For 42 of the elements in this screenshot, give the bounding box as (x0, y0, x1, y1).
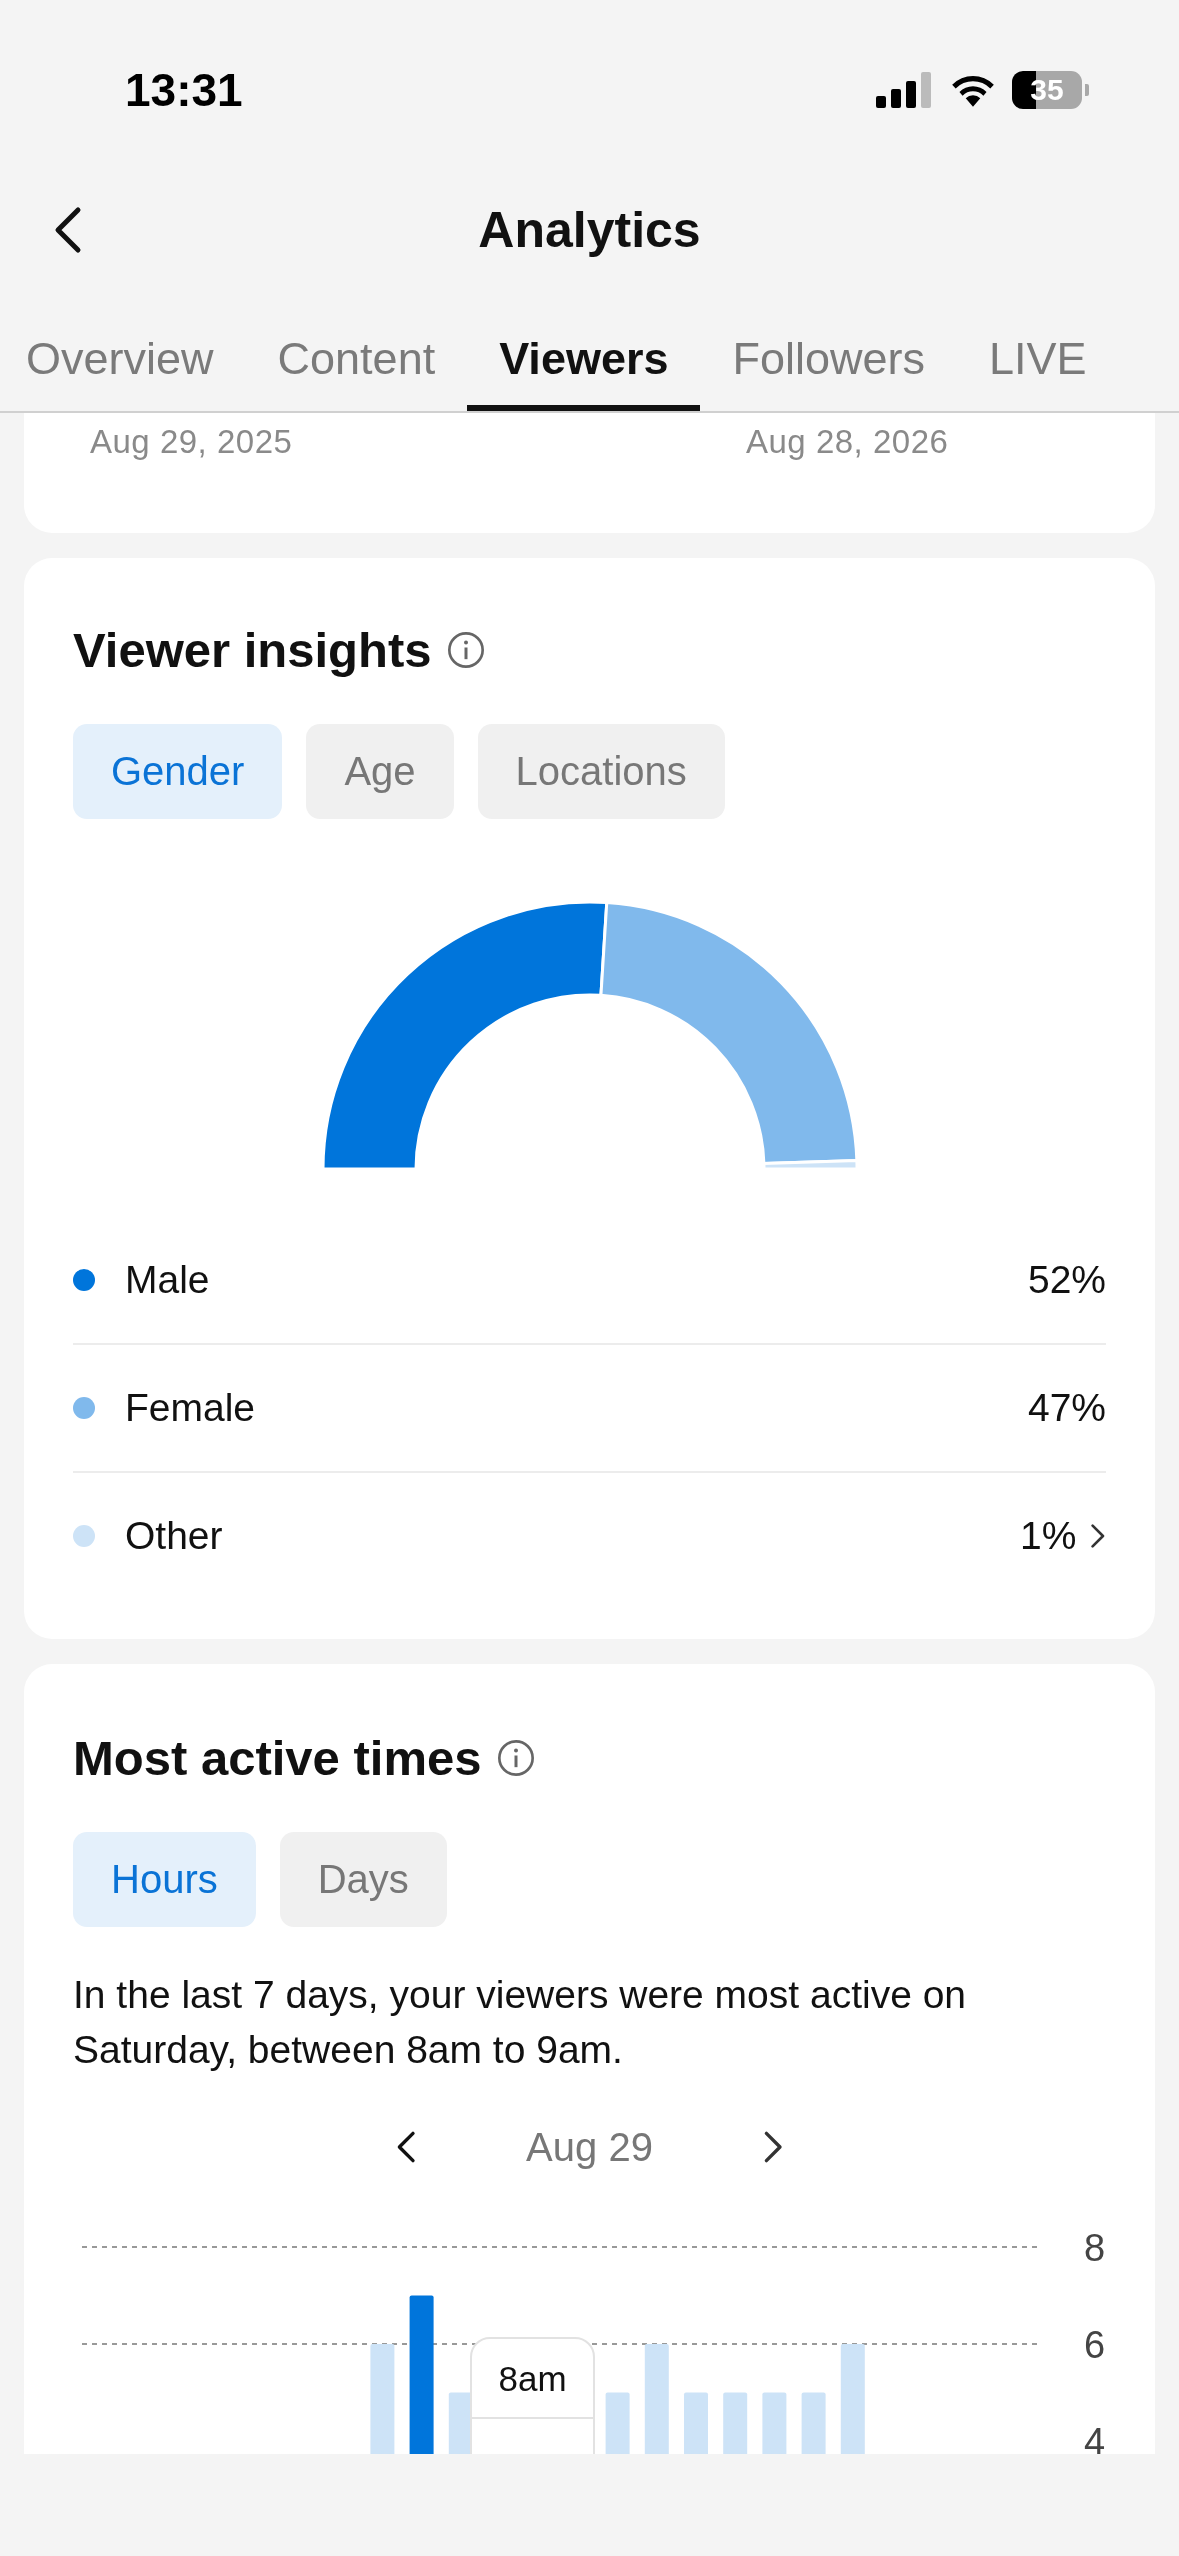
filter-chip[interactable]: Locations (477, 724, 725, 819)
filter-chip[interactable]: Hours (73, 1832, 256, 1927)
bar[interactable] (605, 2392, 630, 2454)
chart-date: Aug 29 (526, 2124, 653, 2170)
end-date: Aug 28, 2026 (746, 423, 950, 462)
chevron-right-icon (762, 2130, 784, 2164)
tab[interactable]: Overview (0, 313, 246, 411)
bar[interactable] (370, 2344, 395, 2454)
legend-value: 47% (1027, 1386, 1106, 1430)
chevron-left-icon (395, 2130, 417, 2164)
legend-value: 52% (1027, 1258, 1106, 1302)
axis-label: 8 (1084, 2227, 1106, 2269)
tab[interactable]: Content (245, 313, 468, 411)
legend-label: Other (125, 1514, 224, 1558)
chevron-right-icon (1090, 1523, 1106, 1549)
card-title: Most active times (73, 1730, 482, 1786)
info-icon[interactable] (495, 1738, 536, 1778)
tooltip-label: 8am (472, 2359, 593, 2419)
tab[interactable]: LIVE (957, 313, 1119, 411)
card-title: Viewer insights (73, 622, 432, 678)
page-title: Analytics (478, 201, 701, 259)
bar[interactable] (762, 2392, 787, 2454)
info-icon[interactable] (445, 630, 486, 670)
bar[interactable] (448, 2392, 473, 2454)
filter-chip[interactable]: Days (279, 1832, 447, 1927)
bar[interactable] (801, 2392, 826, 2454)
start-date: Aug 29, 2025 (90, 423, 294, 462)
back-icon (53, 205, 83, 255)
legend-label: Male (125, 1258, 211, 1302)
bar[interactable] (409, 2295, 434, 2454)
bar[interactable] (644, 2344, 669, 2454)
signal-icon (876, 72, 934, 108)
status-time: 13:31 (125, 63, 243, 117)
bar[interactable] (840, 2344, 865, 2454)
filter-chip[interactable]: Gender (73, 724, 283, 819)
axis-label: 6 (1084, 2324, 1106, 2366)
tab[interactable]: Followers (700, 313, 958, 411)
legend-value: 1% (1020, 1514, 1077, 1558)
summary-text: In the last 7 days, your viewers were most active on Saturday, between 8am to 9am. (73, 1972, 968, 2073)
bar[interactable] (723, 2392, 748, 2454)
legend-label: Female (125, 1386, 257, 1430)
filter-chip[interactable]: Age (306, 724, 454, 819)
